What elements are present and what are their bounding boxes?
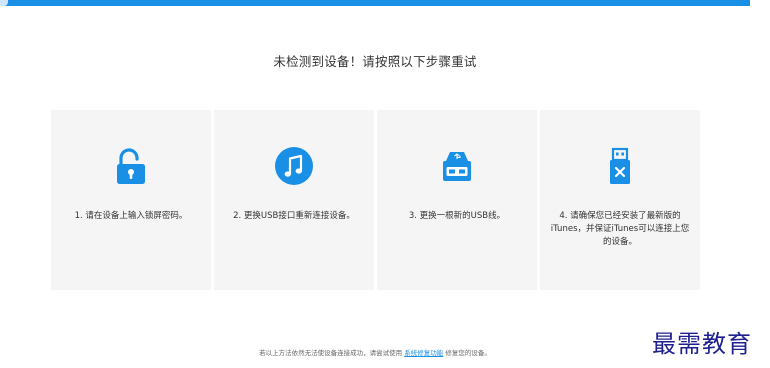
step-text: 1. 请在设备上输入锁屏密码。 bbox=[74, 211, 188, 221]
footer-prefix: 若以上方法依然无法使设备连接成功，请尝试使用 bbox=[259, 349, 403, 357]
step-text: 4. 请确保您已经安装了最新版的iTunes，并保证iTunes可以连接上您的设… bbox=[550, 211, 690, 247]
page-title: 未检测到设备！请按照以下步骤重试 bbox=[273, 54, 477, 69]
footer-suffix: 修复您的设备。 bbox=[445, 349, 491, 357]
step-card-2: 2. 更换USB接口重新连接设备。 bbox=[214, 110, 374, 290]
step-card-3: 3. 更换一根新的USB线。 bbox=[377, 110, 537, 290]
step-text: 3. 更换一根新的USB线。 bbox=[408, 211, 506, 221]
step-card-4: 4. 请确保您已经安装了最新版的iTunes，并保证iTunes可以连接上您的设… bbox=[540, 110, 700, 290]
troubleshoot-steps: 1. 请在设备上输入锁屏密码。 2. 更换USB接口重新连接设备。 3. 更换一 bbox=[51, 110, 701, 290]
watermark-logo: 最需教育 bbox=[652, 330, 752, 358]
itunes-music-icon bbox=[274, 146, 314, 186]
system-repair-link[interactable]: 系统修复功能 bbox=[404, 349, 443, 357]
footer-hint: 若以上方法依然无法使设备连接成功，请尝试使用 系统修复功能 修复您的设备。 bbox=[0, 347, 750, 357]
top-accent-bar bbox=[0, 0, 750, 6]
usb-port-icon bbox=[437, 146, 477, 186]
step-text: 2. 更换USB接口重新连接设备。 bbox=[233, 211, 355, 221]
usb-drive-error-icon bbox=[600, 146, 640, 186]
unlock-icon bbox=[111, 146, 151, 186]
window-corner-decoration bbox=[0, 0, 8, 6]
step-card-1: 1. 请在设备上输入锁屏密码。 bbox=[51, 110, 211, 290]
